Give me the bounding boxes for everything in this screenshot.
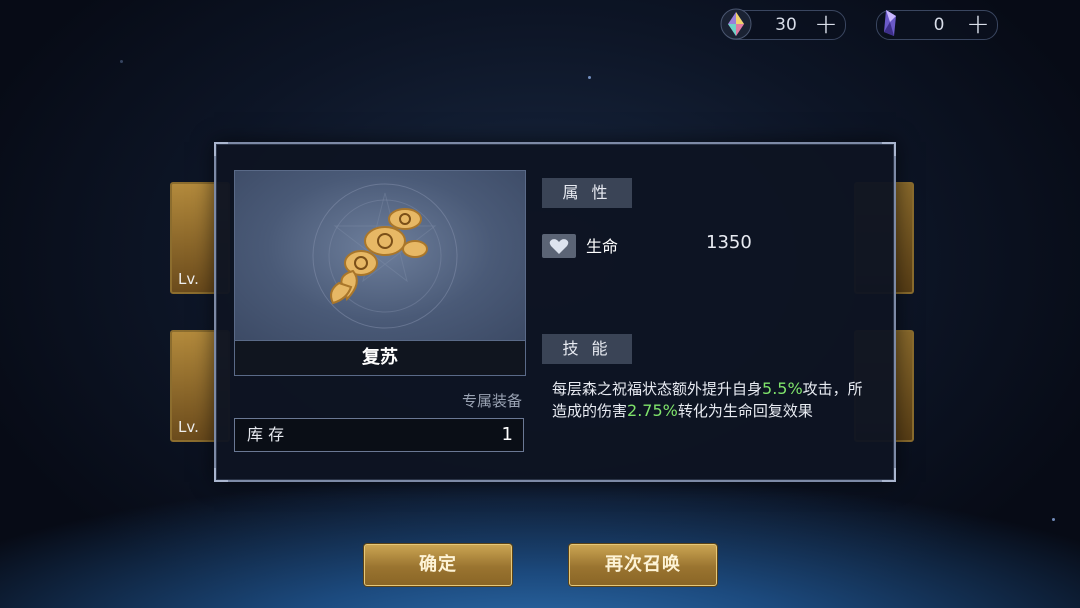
frame-corner [882, 468, 896, 482]
exclusive-equipment-tag: 专属装备 [461, 392, 522, 410]
card-level-label: Lv. [178, 418, 199, 436]
heart-icon [542, 234, 576, 258]
crystal-count: 0 [933, 15, 945, 35]
star-decoration [1052, 518, 1055, 521]
frame-corner [214, 142, 228, 156]
frame-corner [214, 468, 228, 482]
confirm-button[interactable]: 确定 [364, 544, 512, 586]
skill-highlight-value: 5.5% [762, 379, 803, 398]
card-level-label: Lv. [178, 270, 199, 288]
item-image [234, 170, 526, 341]
gem-currency-bar: 30 + [719, 7, 846, 41]
item-name: 复苏 [234, 340, 526, 376]
summon-again-button[interactable]: 再次召唤 [569, 544, 717, 586]
frame-corner [882, 142, 896, 156]
purple-crystal-icon [873, 7, 907, 41]
stock-label: 库 存 [247, 425, 285, 444]
attributes-header: 属 性 [542, 178, 632, 208]
skill-header: 技 能 [542, 334, 632, 364]
attribute-value: 1350 [706, 232, 752, 253]
item-detail-dialog: 复苏 专属装备 库 存 1 属 性 生命 1350 技 能 每层森之祝福状态额外… [214, 142, 896, 482]
gem-count: 30 [775, 15, 797, 35]
stock-field: 库 存 1 [234, 418, 524, 452]
star-decoration [588, 76, 591, 79]
stock-value: 1 [501, 424, 513, 445]
attribute-name: 生命 [586, 237, 619, 256]
skill-description: 每层森之祝福状态额外提升自身5.5%攻击，所造成的伤害2.75%转化为生命回复效… [552, 378, 872, 422]
rainbow-gem-icon [719, 7, 753, 41]
skill-text-part: 转化为生命回复效果 [677, 402, 813, 420]
add-crystal-button[interactable]: + [965, 10, 991, 39]
star-decoration [120, 60, 123, 63]
skill-text-part: 每层森之祝福状态额外提升自身 [552, 380, 763, 398]
crystal-currency-bar: 0 + [876, 10, 998, 40]
skill-highlight-value: 2.75% [627, 401, 678, 420]
add-gem-button[interactable]: + [813, 10, 839, 39]
golden-ornament-icon [312, 183, 458, 329]
